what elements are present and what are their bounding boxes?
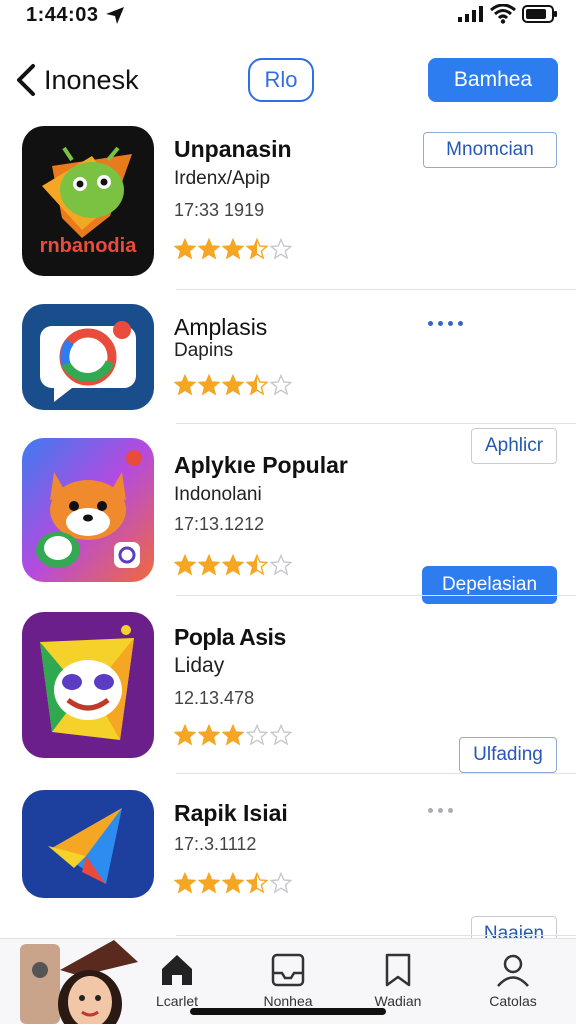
- star-icon: [270, 374, 292, 396]
- tab-label: Nonhea: [263, 993, 313, 1009]
- list-item[interactable]: Amplasis Dapins Aphlicr: [0, 290, 576, 464]
- app-meta: 12.13.478: [174, 688, 255, 708]
- app-meta: 17:13.1212: [174, 514, 265, 534]
- clown-face-icon: [22, 612, 154, 758]
- star-icon: [198, 238, 220, 260]
- star-icon: [198, 724, 220, 746]
- star-icon: [270, 872, 292, 894]
- android-game-icon: rnbanodia: [22, 126, 154, 276]
- avatar: [20, 940, 148, 1024]
- star-icon: [270, 554, 292, 576]
- star-icon: [198, 554, 220, 576]
- app-title: Aplykıe Popular: [174, 452, 348, 478]
- star-icon: [174, 554, 196, 576]
- star-icon: [270, 238, 292, 260]
- star-icon: [222, 238, 244, 260]
- chat-ring-icon: [22, 304, 154, 410]
- star-icon: [246, 238, 268, 260]
- list-item[interactable]: Rapik Isiai 17:.3.1112 Naaien: [0, 774, 576, 952]
- app-subtitle: Indonolani: [174, 484, 262, 505]
- cellular-signal-icon: [458, 6, 483, 22]
- divider: [176, 935, 576, 936]
- bookmark-icon: [385, 953, 411, 987]
- list-item[interactable]: Aplykıe Popular Indonolani 17:13.1212 De…: [0, 424, 576, 604]
- star-rating: [174, 374, 292, 396]
- fox-mascot-icon: [22, 438, 154, 582]
- navigation-bar: Inonesk Rlo Bamhea: [0, 52, 576, 108]
- tab-label: Lcarlet: [155, 993, 199, 1009]
- star-icon: [198, 374, 220, 396]
- star-icon: [246, 872, 268, 894]
- list-item[interactable]: Popla Asis Liday 12.13.478 Ulfading: [0, 596, 576, 774]
- segment-button[interactable]: Rlo: [248, 58, 314, 102]
- inbox-icon: [271, 953, 305, 987]
- star-icon: [174, 872, 196, 894]
- app-title: Popla Asis: [174, 624, 286, 650]
- tab-profile[interactable]: Catolas: [458, 939, 568, 1024]
- star-icon: [246, 724, 268, 746]
- more-options-icon[interactable]: [428, 808, 453, 813]
- location-arrow-icon: [106, 7, 124, 24]
- primary-action-button[interactable]: Bamhea: [428, 58, 558, 102]
- person-icon: [497, 954, 529, 987]
- star-rating: [174, 724, 292, 746]
- star-icon: [222, 872, 244, 894]
- star-icon: [174, 724, 196, 746]
- star-icon: [174, 238, 196, 260]
- star-icon: [198, 872, 220, 894]
- app-action-button[interactable]: Ulfading: [459, 737, 557, 773]
- app-meta: 17:.3.1112: [174, 834, 257, 854]
- status-bar: 1:44:03: [0, 0, 576, 34]
- app-title: Amplasis: [174, 314, 268, 340]
- star-rating: [174, 872, 292, 894]
- app-subtitle: Irdenx/Apip: [174, 168, 271, 189]
- star-icon: [246, 374, 268, 396]
- star-icon: [222, 724, 244, 746]
- battery-icon: [522, 5, 557, 23]
- star-rating: [174, 238, 292, 260]
- star-icon: [270, 724, 292, 746]
- app-action-button[interactable]: Mnomcian: [423, 132, 557, 168]
- star-icon: [246, 554, 268, 576]
- list-item[interactable]: rnbanodia Unpanasin Irdenx/Apip 17:33 19…: [0, 120, 576, 290]
- app-title: Unpanasin: [174, 136, 292, 162]
- chevron-left-icon: [17, 64, 35, 96]
- back-button[interactable]: Inonesk: [14, 62, 139, 98]
- wifi-icon: [490, 4, 516, 24]
- home-indicator: [190, 1008, 386, 1015]
- star-rating: [174, 554, 292, 576]
- tab-label: Catolas: [489, 993, 537, 1009]
- star-icon: [222, 374, 244, 396]
- tab-label: Wadian: [374, 993, 422, 1009]
- home-icon: [162, 955, 192, 985]
- icon-wordmark: rnbanodia: [40, 235, 138, 257]
- app-subtitle: Dapins: [174, 340, 234, 361]
- app-meta: 17:33 1919: [174, 200, 265, 220]
- star-icon: [222, 554, 244, 576]
- app-title: Rapik Isiai: [174, 800, 288, 826]
- paper-plane-icon: [22, 790, 154, 898]
- back-label: Inonesk: [44, 64, 139, 95]
- star-icon: [174, 374, 196, 396]
- more-options-icon[interactable]: [428, 321, 463, 326]
- app-subtitle: Liday: [174, 654, 225, 677]
- status-time: 1:44:03: [26, 4, 99, 26]
